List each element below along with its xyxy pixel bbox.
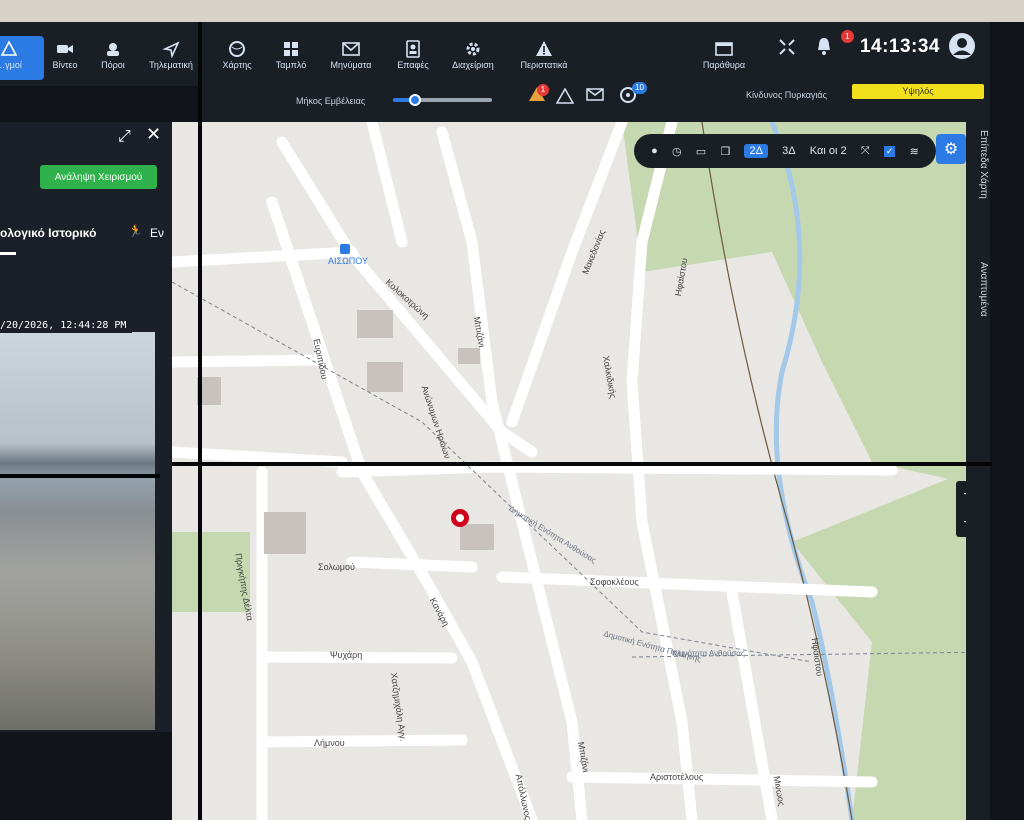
nav-label: Πόροι bbox=[101, 60, 125, 70]
mail-icon bbox=[341, 38, 361, 60]
nav-label: Διαχείριση bbox=[452, 60, 494, 70]
fire-risk-label: Κίνδυνος Πυρκαγιάς bbox=[746, 90, 827, 100]
street-label: Λήμνου bbox=[314, 738, 345, 748]
map-geometry bbox=[172, 122, 990, 820]
map-canvas[interactable]: ΑΙΣΩΠΟΥ Κολοκοτρώνη Μπιζάνι Μακεδονίας Η… bbox=[172, 122, 990, 820]
nav-label: Βίντεο bbox=[52, 60, 78, 70]
contacts-icon bbox=[405, 38, 421, 60]
nav-label: Ταμπλό bbox=[275, 60, 307, 70]
clock-icon[interactable]: ◷ bbox=[672, 145, 682, 158]
dashboard-icon bbox=[282, 38, 300, 60]
expand-icon[interactable]: ⤧ bbox=[861, 145, 870, 158]
history-tab[interactable]: ολογικό Ιστορικό bbox=[0, 226, 96, 240]
notification-badge: 1 bbox=[841, 30, 854, 43]
range-slider-label: Μήκος Εμβέλειας bbox=[296, 96, 366, 106]
clock: 14:13:34 bbox=[859, 36, 940, 57]
nav-item-messages[interactable]: Μηνύματα bbox=[316, 38, 386, 70]
globe-icon bbox=[228, 38, 246, 60]
map-layers-tab[interactable]: Επίπεδα Χάρτη bbox=[978, 130, 989, 199]
checkbox-icon[interactable]: ✓ bbox=[883, 145, 896, 157]
bus-stop-icon[interactable] bbox=[340, 244, 350, 254]
map-toolbar: ● ◷ ▭ ❐ 2Δ 3Δ Και οι 2 ⤧ ✓ ≋ bbox=[634, 134, 936, 168]
ruler-icon[interactable]: ▭ bbox=[696, 145, 706, 158]
nav-label: Παράθυρα bbox=[702, 60, 746, 70]
map-settings-button[interactable]: ⚙ bbox=[936, 134, 966, 164]
nav-item-incidents[interactable]: Περιστατικά bbox=[509, 38, 579, 70]
street-label: Σολωμού bbox=[318, 562, 355, 572]
vehicle-badge: 10 bbox=[632, 82, 647, 94]
mode-both-button[interactable]: Και οι 2 bbox=[810, 145, 847, 157]
mode-2d-button[interactable]: 2Δ bbox=[744, 144, 768, 158]
screen-bezel-horizontal bbox=[172, 462, 992, 466]
bell-icon[interactable] bbox=[814, 36, 834, 61]
alert-badge: 1 bbox=[537, 84, 549, 96]
user-avatar-icon[interactable] bbox=[948, 32, 976, 65]
nav-item-windows[interactable]: Παράθυρα bbox=[689, 38, 759, 70]
nav-item-telematics[interactable]: Τηλεματική bbox=[136, 38, 206, 70]
active-tab-indicator bbox=[0, 252, 16, 255]
alert-icon bbox=[0, 38, 18, 60]
camera-snapshot[interactable] bbox=[0, 332, 155, 730]
window-icon bbox=[715, 38, 733, 60]
location-arrow-icon bbox=[162, 38, 180, 60]
layers-copy-icon[interactable]: ❐ bbox=[720, 145, 730, 158]
right-rail bbox=[966, 122, 990, 820]
nav-item-administration[interactable]: Διαχείριση bbox=[438, 38, 508, 70]
street-label: Αριστοτέλους bbox=[650, 772, 704, 782]
takeover-button[interactable]: Ανάληψη Χειρισμού bbox=[40, 165, 157, 189]
gear-icon bbox=[464, 38, 482, 60]
drop-icon[interactable]: ● bbox=[651, 145, 658, 157]
screen-bezel-vertical bbox=[198, 22, 202, 820]
firefighter-icon bbox=[104, 38, 122, 60]
pinned-tab[interactable]: Αναπτυμένα bbox=[978, 262, 989, 317]
nav-label: Επαφές bbox=[397, 60, 429, 70]
snapshot-timestamp: /20/2026, 12:44:28 PM bbox=[0, 318, 133, 333]
close-icon[interactable]: ✕ bbox=[146, 124, 161, 145]
mode-3d-button[interactable]: 3Δ bbox=[782, 145, 795, 157]
nav-label: Περιστατικά bbox=[520, 60, 568, 70]
street-label: Ψυχάρη bbox=[330, 650, 363, 660]
camera-icon bbox=[55, 38, 75, 60]
nav-label: Μηνύματα bbox=[330, 60, 372, 70]
runner-icon: 🏃 bbox=[128, 224, 143, 238]
fire-risk-select[interactable]: Υψηλός bbox=[852, 84, 984, 99]
next-tab[interactable]: Εν bbox=[150, 226, 164, 240]
mail-icon[interactable] bbox=[586, 88, 604, 107]
warning-icon bbox=[535, 38, 553, 60]
nav-label: Χάρτης bbox=[222, 60, 252, 70]
bus-stop-label: ΑΙΣΩΠΟΥ bbox=[328, 256, 369, 266]
layers-icon[interactable]: ≋ bbox=[910, 145, 919, 158]
range-slider[interactable] bbox=[393, 94, 492, 106]
warning-outline-icon[interactable] bbox=[555, 87, 575, 109]
nav-label: …γμοί bbox=[0, 60, 22, 70]
range-slider-knob[interactable] bbox=[408, 94, 421, 106]
street-label: Σοφοκλέους bbox=[590, 577, 639, 587]
gear-icon: ⚙ bbox=[943, 141, 959, 158]
takeover-label: Ανάληψη Χειρισμού bbox=[54, 171, 143, 183]
fullscreen-collapse-icon[interactable] bbox=[778, 38, 796, 61]
nav-label: Τηλεματική bbox=[149, 60, 193, 70]
expand-icon[interactable]: ⤢ bbox=[118, 128, 131, 146]
screen-bezel-horizontal-left bbox=[0, 474, 160, 478]
fire-risk-value: Υψηλός bbox=[902, 86, 934, 96]
